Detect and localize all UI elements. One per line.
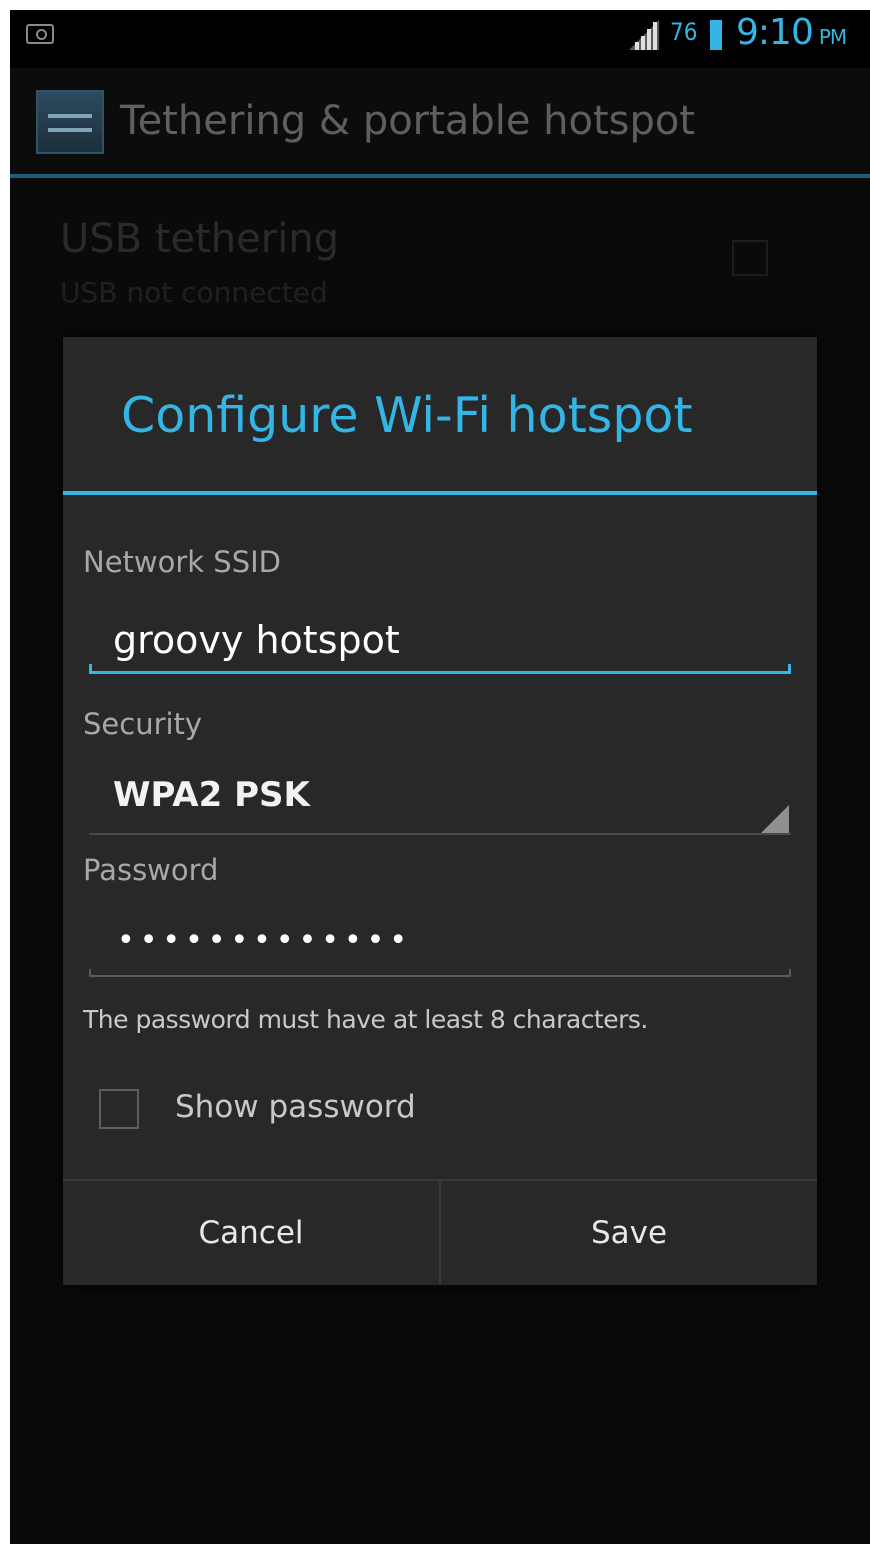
signal-icon (629, 20, 659, 50)
show-password-checkbox[interactable] (99, 1089, 139, 1129)
clock-time: 9:10 (736, 12, 814, 53)
save-button[interactable]: Save (441, 1181, 817, 1285)
ssid-label: Network SSID (83, 545, 282, 579)
password-hint: The password must have at least 8 charac… (83, 1005, 648, 1034)
clock: 9:10 PM (736, 12, 847, 53)
configure-hotspot-dialog: Configure Wi-Fi hotspot Network SSID Sec… (63, 337, 817, 1285)
password-field[interactable]: ••••••••••••• (89, 913, 791, 977)
dropdown-arrow-icon (761, 805, 789, 833)
show-password-label: Show password (175, 1089, 416, 1125)
battery-icon (710, 20, 722, 50)
spinner-underline (89, 833, 791, 835)
usb-tethering-title: USB tethering (60, 216, 340, 262)
security-spinner[interactable]: WPA2 PSK (89, 767, 791, 835)
cancel-button[interactable]: Cancel (63, 1181, 439, 1285)
phone-screen: 76 9:10 PM Tethering & portable hotspot U… (10, 10, 870, 1544)
security-label: Security (83, 707, 203, 741)
battery-percent: 76 (670, 18, 698, 46)
page-title: Tethering & portable hotspot (120, 98, 696, 144)
dialog-title: Configure Wi-Fi hotspot (121, 387, 693, 444)
tethering-app-icon[interactable] (36, 90, 104, 154)
dialog-title-divider (63, 491, 817, 495)
screenshot-icon (26, 24, 54, 44)
status-bar: 76 9:10 PM (10, 10, 870, 58)
dialog-button-bar: Cancel Save (63, 1179, 817, 1285)
ssid-underline (89, 664, 791, 674)
usb-tethering-summary: USB not connected (60, 276, 328, 309)
password-masked-value: ••••••••••••• (117, 923, 413, 958)
show-password-toggle[interactable]: Show password (93, 1077, 513, 1141)
password-label: Password (83, 853, 219, 887)
password-underline (89, 969, 791, 977)
security-selected-value: WPA2 PSK (113, 775, 310, 815)
clock-ampm: PM (818, 25, 847, 49)
ssid-input[interactable] (89, 607, 791, 673)
action-bar: Tethering & portable hotspot (10, 68, 870, 176)
usb-tethering-checkbox (732, 240, 768, 276)
